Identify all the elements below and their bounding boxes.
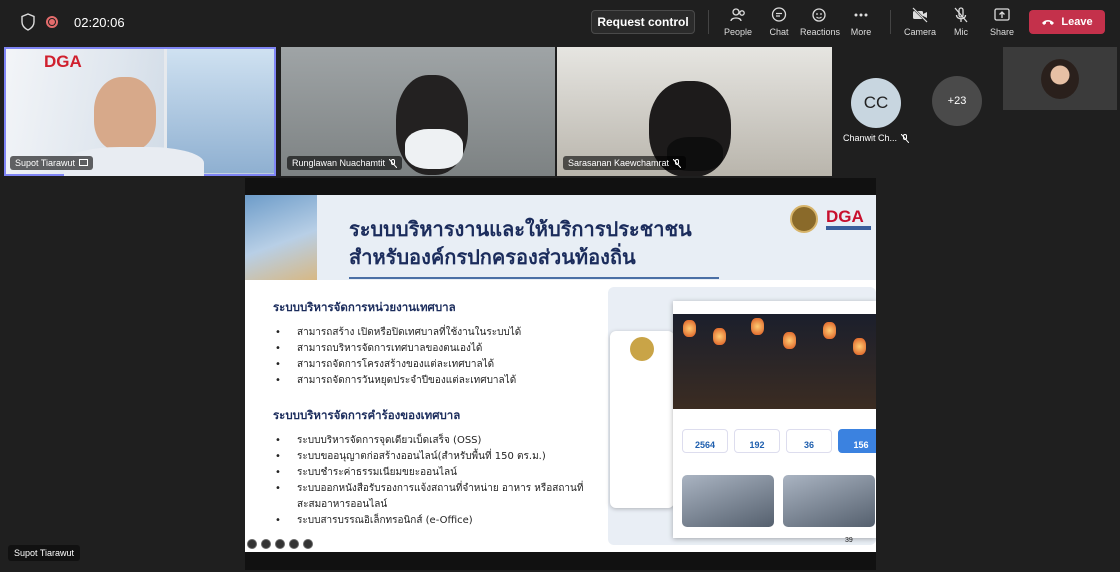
lantern-icon bbox=[713, 328, 726, 345]
slide-logo: DGA bbox=[826, 207, 864, 226]
pointer-icon[interactable] bbox=[261, 539, 271, 549]
list-item: ระบบชำระค่าธรรมเนียมขยะออนไลน์ bbox=[275, 465, 595, 481]
list-item: ระบบบริหารจัดการจุดเดียวเบ็ดเสร็จ (OSS) bbox=[275, 433, 595, 449]
mockup-hero-image bbox=[673, 314, 876, 409]
lantern-icon bbox=[853, 338, 866, 355]
participant-name-tag: Runglawan Nuachamtit bbox=[287, 156, 403, 170]
mockup-stat: 156 bbox=[838, 429, 876, 453]
participant-name: Sarasanan Kaewchamrat bbox=[568, 158, 670, 168]
participant-tile[interactable]: Runglawan Nuachamtit bbox=[281, 47, 555, 176]
presenter-name-tag: Supot Tiarawut bbox=[8, 545, 81, 561]
slide-title-line2: สำหรับองค์กรปกครองส่วนท้องถิ่น bbox=[349, 245, 636, 269]
mic-label: Mic bbox=[954, 27, 968, 37]
mic-off-icon bbox=[673, 158, 682, 168]
people-icon bbox=[730, 8, 745, 22]
bullet-list: สามารถสร้าง เปิดหรือปิดเทศบาลที่ใช้งานใน… bbox=[275, 325, 521, 389]
mockup-card bbox=[783, 475, 875, 527]
captions-icon[interactable] bbox=[275, 539, 285, 549]
chat-label: Chat bbox=[769, 27, 789, 37]
more-icon bbox=[854, 13, 868, 17]
logo-tagline-bar bbox=[826, 226, 871, 230]
participant-name: Runglawan Nuachamtit bbox=[292, 158, 386, 168]
participant-name-tag: Chanwit Ch... bbox=[843, 133, 910, 143]
screen-share-icon bbox=[79, 159, 89, 166]
mic-off-icon bbox=[954, 7, 968, 23]
tile-logo: DGA bbox=[44, 52, 82, 71]
slide-header-image bbox=[245, 195, 317, 280]
face-mask bbox=[405, 129, 463, 169]
list-item: สามารถสร้าง เปิดหรือปิดเทศบาลที่ใช้งานใน… bbox=[275, 325, 521, 341]
mic-off-icon bbox=[901, 133, 910, 143]
toolbar-divider bbox=[708, 10, 709, 34]
reactions-label: Reactions bbox=[799, 27, 841, 37]
list-item: ระบบขออนุญาตก่อสร้างออนไลน์(สำหรับพื้นที… bbox=[275, 449, 595, 465]
chat-icon bbox=[771, 7, 787, 22]
list-item: ระบบออกหนังสือรับรองการแจ้งสถานที่จำหน่า… bbox=[275, 481, 595, 513]
camera-off-icon bbox=[912, 7, 928, 23]
shield-icon[interactable] bbox=[20, 13, 36, 31]
bullet-list: ระบบบริหารจัดการจุดเดียวเบ็ดเสร็จ (OSS) … bbox=[275, 433, 595, 529]
mockup-card bbox=[682, 475, 774, 527]
self-view-tile[interactable] bbox=[1003, 47, 1117, 110]
next-slide-icon[interactable] bbox=[303, 539, 313, 549]
list-item: สามารถจัดการวันหยุดประจำปีของแต่ละเทศบาล… bbox=[275, 373, 521, 389]
previous-slide-icon[interactable] bbox=[247, 539, 257, 549]
share-icon bbox=[994, 8, 1010, 21]
mockup-sidebar bbox=[610, 331, 674, 508]
government-seal-icon bbox=[790, 205, 818, 233]
more-label: More bbox=[850, 27, 872, 37]
section-heading: ระบบบริหารจัดการคำร้องของเทศบาล bbox=[273, 408, 461, 422]
slide-page-number: 39 bbox=[845, 537, 853, 544]
leave-label: Leave bbox=[1061, 16, 1093, 28]
presentation-slide: ระบบบริหารงานและให้บริการประชาชน สำหรับอ… bbox=[245, 195, 876, 552]
share-button[interactable]: Share bbox=[978, 6, 1026, 40]
participant-name-tag: Supot Tiarawut bbox=[10, 156, 94, 170]
share-label: Share bbox=[989, 27, 1015, 37]
title-underline bbox=[349, 277, 719, 279]
leave-button[interactable]: Leave bbox=[1029, 10, 1105, 34]
list-item: สามารถบริหารจัดการเทศบาลของตนเองได้ bbox=[275, 341, 521, 357]
lantern-icon bbox=[783, 332, 796, 349]
lantern-icon bbox=[823, 322, 836, 339]
reactions-icon bbox=[812, 8, 826, 22]
participant-name-tag: Sarasanan Kaewchamrat bbox=[563, 156, 687, 170]
slide-controls bbox=[247, 539, 313, 549]
more-button[interactable]: More bbox=[837, 6, 885, 40]
participant-name: Chanwit Ch... bbox=[843, 133, 898, 143]
meeting-timer: 02:20:06 bbox=[74, 14, 125, 30]
list-item: ระบบสารบรรณอิเล็กทรอนิกส์ (e-Office) bbox=[275, 513, 595, 529]
lantern-icon bbox=[751, 318, 764, 335]
people-label: People bbox=[723, 27, 753, 37]
participant-avatar[interactable]: CC bbox=[851, 78, 901, 128]
mockup-stat: 192 bbox=[734, 429, 780, 453]
participant-name: Supot Tiarawut bbox=[15, 158, 76, 168]
more-options-icon[interactable] bbox=[289, 539, 299, 549]
section-heading: ระบบบริหารจัดการหน่วยงานเทศบาล bbox=[273, 300, 456, 314]
list-item: สามารถจัดการโครงสร้างของแต่ละเทศบาลได้ bbox=[275, 357, 521, 373]
self-video bbox=[1041, 59, 1079, 99]
camera-label: Camera bbox=[903, 27, 936, 37]
participant-video bbox=[94, 77, 156, 151]
lantern-icon bbox=[683, 320, 696, 337]
mic-off-icon bbox=[389, 158, 398, 168]
toolbar-divider bbox=[890, 10, 891, 34]
more-participants-button[interactable]: +23 bbox=[932, 76, 982, 126]
participant-tile[interactable]: Sarasanan Kaewchamrat bbox=[557, 47, 832, 176]
recording-icon bbox=[46, 16, 58, 28]
mockup-stat: 2564 bbox=[682, 429, 728, 453]
mockup-seal-icon bbox=[630, 337, 654, 361]
request-control-button[interactable]: Request control bbox=[591, 10, 695, 34]
hang-up-icon bbox=[1042, 20, 1055, 25]
participant-tile-speaker[interactable]: DGA Supot Tiarawut bbox=[4, 47, 276, 176]
mockup-stat: 36 bbox=[786, 429, 832, 453]
